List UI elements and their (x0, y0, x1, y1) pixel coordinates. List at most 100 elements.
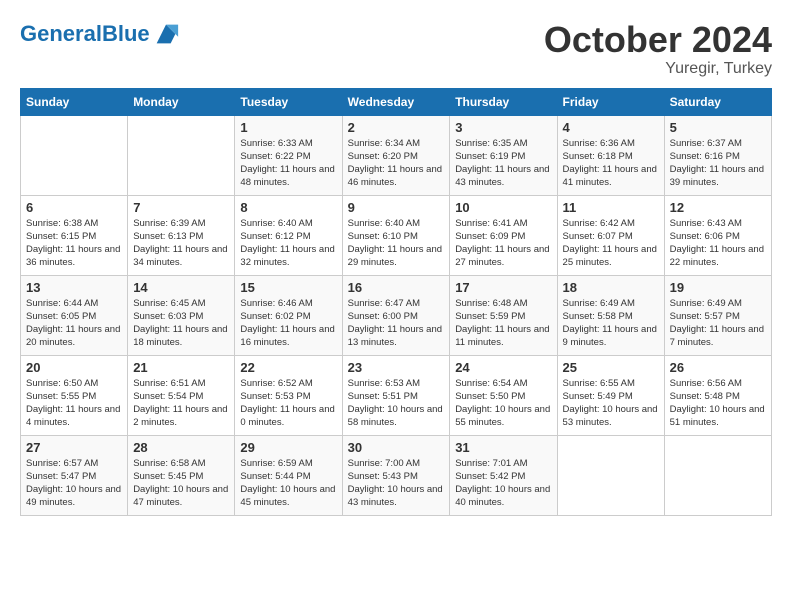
day-cell: 7 Sunrise: 6:39 AMSunset: 6:13 PMDaylight… (128, 195, 235, 275)
day-info: Sunrise: 7:00 AMSunset: 5:43 PMDaylight:… (348, 457, 445, 510)
day-number: 6 (26, 200, 122, 215)
week-row-5: 27 Sunrise: 6:57 AMSunset: 5:47 PMDayligh… (21, 435, 772, 515)
header-tuesday: Tuesday (235, 88, 342, 115)
day-info: Sunrise: 6:55 AMSunset: 5:49 PMDaylight:… (563, 377, 659, 430)
day-cell: 24 Sunrise: 6:54 AMSunset: 5:50 PMDayligh… (450, 355, 557, 435)
day-cell: 23Sunrise: 6:53 AMSunset: 5:51 PMDayligh… (342, 355, 450, 435)
day-number: 15 (240, 280, 336, 295)
day-info: Sunrise: 6:54 AMSunset: 5:50 PMDaylight:… (455, 377, 551, 430)
page-header: GeneralBlue October 2024 Yuregir, Turkey (20, 20, 772, 78)
day-cell: 31 Sunrise: 7:01 AMSunset: 5:42 PMDayligh… (450, 435, 557, 515)
day-cell: 18Sunrise: 6:49 AMSunset: 5:58 PMDayligh… (557, 275, 664, 355)
location: Yuregir, Turkey (544, 60, 772, 78)
day-number: 17 (455, 280, 551, 295)
header-sunday: Sunday (21, 88, 128, 115)
day-number: 25 (563, 360, 659, 375)
day-info: Sunrise: 6:40 AMSunset: 6:10 PMDaylight:… (348, 217, 445, 270)
day-info: Sunrise: 6:50 AMSunset: 5:55 PMDaylight:… (26, 377, 122, 430)
header-friday: Friday (557, 88, 664, 115)
week-row-1: 1Sunrise: 6:33 AMSunset: 6:22 PMDaylight… (21, 115, 772, 195)
week-row-3: 13Sunrise: 6:44 AMSunset: 6:05 PMDayligh… (21, 275, 772, 355)
day-cell: 9 Sunrise: 6:40 AMSunset: 6:10 PMDaylight… (342, 195, 450, 275)
day-info: Sunrise: 6:36 AMSunset: 6:18 PMDaylight:… (563, 137, 659, 190)
day-info: Sunrise: 7:01 AMSunset: 5:42 PMDaylight:… (455, 457, 551, 510)
day-cell: 6 Sunrise: 6:38 AMSunset: 6:15 PMDaylight… (21, 195, 128, 275)
day-info: Sunrise: 6:39 AMSunset: 6:13 PMDaylight:… (133, 217, 229, 270)
day-number: 16 (348, 280, 445, 295)
logo: GeneralBlue (20, 20, 180, 48)
day-info: Sunrise: 6:58 AMSunset: 5:45 PMDaylight:… (133, 457, 229, 510)
day-cell: 11Sunrise: 6:42 AMSunset: 6:07 PMDayligh… (557, 195, 664, 275)
day-cell: 29 Sunrise: 6:59 AMSunset: 5:44 PMDayligh… (235, 435, 342, 515)
day-number: 10 (455, 200, 551, 215)
day-cell: 26 Sunrise: 6:56 AMSunset: 5:48 PMDayligh… (664, 355, 771, 435)
day-info: Sunrise: 6:46 AMSunset: 6:02 PMDaylight:… (240, 297, 336, 350)
day-cell (664, 435, 771, 515)
header-wednesday: Wednesday (342, 88, 450, 115)
day-cell (21, 115, 128, 195)
day-cell: 20 Sunrise: 6:50 AMSunset: 5:55 PMDayligh… (21, 355, 128, 435)
day-number: 12 (670, 200, 766, 215)
day-number: 4 (563, 120, 659, 135)
week-row-4: 20 Sunrise: 6:50 AMSunset: 5:55 PMDayligh… (21, 355, 772, 435)
month-year: October 2024 (544, 20, 772, 60)
day-cell: 14Sunrise: 6:45 AMSunset: 6:03 PMDayligh… (128, 275, 235, 355)
day-cell: 27 Sunrise: 6:57 AMSunset: 5:47 PMDayligh… (21, 435, 128, 515)
day-info: Sunrise: 6:49 AMSunset: 5:58 PMDaylight:… (563, 297, 659, 350)
day-info: Sunrise: 6:49 AMSunset: 5:57 PMDaylight:… (670, 297, 766, 350)
week-row-2: 6 Sunrise: 6:38 AMSunset: 6:15 PMDaylight… (21, 195, 772, 275)
day-number: 11 (563, 200, 659, 215)
day-cell: 25 Sunrise: 6:55 AMSunset: 5:49 PMDayligh… (557, 355, 664, 435)
day-cell: 28 Sunrise: 6:58 AMSunset: 5:45 PMDayligh… (128, 435, 235, 515)
day-number: 3 (455, 120, 551, 135)
day-cell: 19Sunrise: 6:49 AMSunset: 5:57 PMDayligh… (664, 275, 771, 355)
day-info: Sunrise: 6:59 AMSunset: 5:44 PMDaylight:… (240, 457, 336, 510)
day-cell (128, 115, 235, 195)
day-number: 7 (133, 200, 229, 215)
day-cell: 10Sunrise: 6:41 AMSunset: 6:09 PMDayligh… (450, 195, 557, 275)
day-number: 30 (348, 440, 445, 455)
day-info: Sunrise: 6:40 AMSunset: 6:12 PMDaylight:… (240, 217, 336, 270)
header-row: Sunday Monday Tuesday Wednesday Thursday… (21, 88, 772, 115)
day-number: 9 (348, 200, 445, 215)
day-info: Sunrise: 6:35 AMSunset: 6:19 PMDaylight:… (455, 137, 551, 190)
day-cell: 5Sunrise: 6:37 AMSunset: 6:16 PMDaylight… (664, 115, 771, 195)
logo-text: GeneralBlue (20, 22, 150, 46)
day-number: 28 (133, 440, 229, 455)
header-saturday: Saturday (664, 88, 771, 115)
day-cell: 21Sunrise: 6:51 AMSunset: 5:54 PMDayligh… (128, 355, 235, 435)
day-cell: 1Sunrise: 6:33 AMSunset: 6:22 PMDaylight… (235, 115, 342, 195)
day-number: 20 (26, 360, 122, 375)
day-info: Sunrise: 6:44 AMSunset: 6:05 PMDaylight:… (26, 297, 122, 350)
day-number: 27 (26, 440, 122, 455)
day-cell: 13Sunrise: 6:44 AMSunset: 6:05 PMDayligh… (21, 275, 128, 355)
day-info: Sunrise: 6:34 AMSunset: 6:20 PMDaylight:… (348, 137, 445, 190)
day-cell: 17 Sunrise: 6:48 AMSunset: 5:59 PMDayligh… (450, 275, 557, 355)
day-number: 14 (133, 280, 229, 295)
month-title: October 2024 Yuregir, Turkey (544, 20, 772, 78)
day-cell: 4 Sunrise: 6:36 AMSunset: 6:18 PMDaylight… (557, 115, 664, 195)
calendar-table: Sunday Monday Tuesday Wednesday Thursday… (20, 88, 772, 516)
day-info: Sunrise: 6:52 AMSunset: 5:53 PMDaylight:… (240, 377, 336, 430)
day-number: 31 (455, 440, 551, 455)
day-info: Sunrise: 6:56 AMSunset: 5:48 PMDaylight:… (670, 377, 766, 430)
day-info: Sunrise: 6:33 AMSunset: 6:22 PMDaylight:… (240, 137, 336, 190)
day-number: 22 (240, 360, 336, 375)
day-number: 21 (133, 360, 229, 375)
day-info: Sunrise: 6:38 AMSunset: 6:15 PMDaylight:… (26, 217, 122, 270)
day-info: Sunrise: 6:43 AMSunset: 6:06 PMDaylight:… (670, 217, 766, 270)
day-cell: 2 Sunrise: 6:34 AMSunset: 6:20 PMDaylight… (342, 115, 450, 195)
day-cell: 15 Sunrise: 6:46 AMSunset: 6:02 PMDayligh… (235, 275, 342, 355)
day-cell: 30 Sunrise: 7:00 AMSunset: 5:43 PMDayligh… (342, 435, 450, 515)
day-number: 24 (455, 360, 551, 375)
day-number: 2 (348, 120, 445, 135)
header-thursday: Thursday (450, 88, 557, 115)
day-number: 26 (670, 360, 766, 375)
day-cell: 16Sunrise: 6:47 AMSunset: 6:00 PMDayligh… (342, 275, 450, 355)
day-info: Sunrise: 6:48 AMSunset: 5:59 PMDaylight:… (455, 297, 551, 350)
day-number: 23 (348, 360, 445, 375)
day-cell: 8Sunrise: 6:40 AMSunset: 6:12 PMDaylight… (235, 195, 342, 275)
day-number: 5 (670, 120, 766, 135)
day-number: 29 (240, 440, 336, 455)
day-info: Sunrise: 6:57 AMSunset: 5:47 PMDaylight:… (26, 457, 122, 510)
